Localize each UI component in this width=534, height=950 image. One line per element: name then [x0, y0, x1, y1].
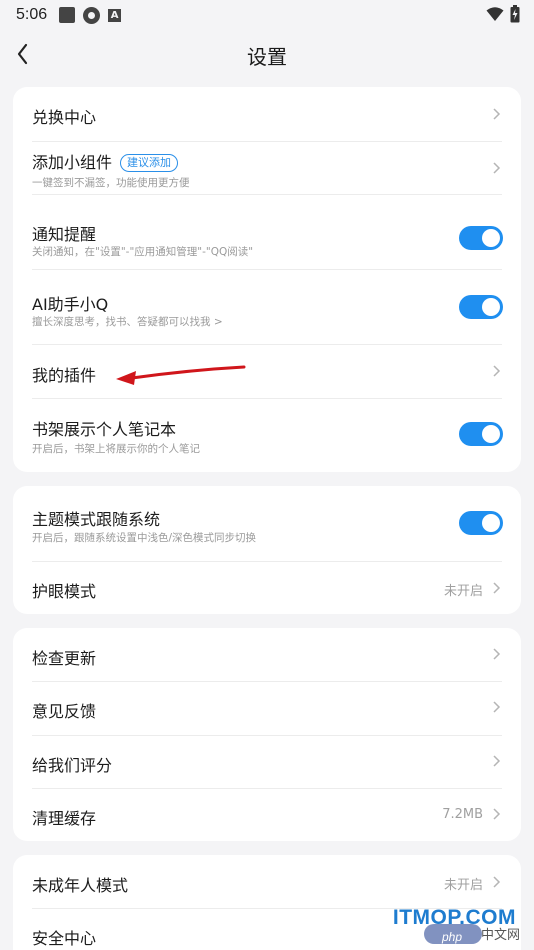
row-title: 检查更新 — [32, 649, 97, 668]
sync-icon — [83, 6, 101, 24]
row-title: 兑换中心 — [32, 108, 97, 127]
row-add-widget[interactable]: 添加小组件 建议添加 一键签到不漏签，功能使用更方便 — [13, 141, 521, 194]
row-subtitle[interactable]: 擅长深度思考，找书、答疑都可以找我 > — [32, 314, 223, 329]
wifi-icon — [486, 7, 504, 21]
row-subtitle: 关闭通知，在"设置"-"应用通知管理"-"QQ阅读" — [32, 246, 254, 258]
row-ai-assistant: AI助手小Q 擅长深度思考，找书、答疑都可以找我 > — [13, 269, 521, 344]
row-title: 清理缓存 — [32, 809, 97, 828]
chevron-right-icon — [493, 755, 501, 767]
toggle-knob — [482, 229, 500, 247]
watermark-php: php — [441, 930, 462, 944]
row-title: 安全中心 — [32, 929, 97, 948]
chevron-right-icon — [493, 108, 501, 120]
a-icon: A — [108, 8, 122, 22]
annotation-arrow-icon — [116, 365, 246, 385]
status-time: 5:06 — [16, 6, 48, 23]
row-title-text: 添加小组件 — [32, 153, 113, 172]
chevron-right-icon — [493, 808, 501, 820]
row-title: 书架展示个人笔记本 — [32, 420, 177, 439]
status-bar: 5:06 A — [0, 0, 534, 30]
bookshelf-notebook-toggle[interactable] — [459, 422, 503, 446]
battery-icon — [510, 5, 520, 23]
row-title: 未成年人模式 — [32, 876, 129, 895]
row-theme-follow-system: 主题模式跟随系统 开启后，跟随系统设置中浅色/深色模式同步切换 — [13, 486, 521, 561]
row-rate-us[interactable]: 给我们评分 — [13, 735, 521, 788]
settings-card-about: 检查更新 意见反馈 给我们评分 清理缓存 7.2MB — [13, 628, 521, 841]
row-title: 主题模式跟随系统 — [32, 510, 161, 529]
watermark-cn: 中文网 — [480, 928, 520, 943]
row-title: 通知提醒 — [32, 225, 97, 244]
suggest-badge: 建议添加 — [120, 154, 179, 172]
row-title: 给我们评分 — [32, 756, 113, 775]
row-minor-mode[interactable]: 未成年人模式 未开启 — [13, 855, 521, 908]
row-value: 未开启 — [443, 878, 483, 893]
toggle-knob — [482, 514, 500, 532]
row-title: 意见反馈 — [32, 702, 97, 721]
chevron-right-icon — [493, 162, 501, 174]
row-subtitle: 一键签到不漏签，功能使用更方便 — [32, 177, 190, 189]
row-subtitle: 开启后，书架上将展示你的个人笔记 — [32, 443, 200, 455]
row-title: 我的插件 — [32, 366, 97, 385]
row-title: AI助手小Q — [32, 295, 109, 314]
settings-card-display: 主题模式跟随系统 开启后，跟随系统设置中浅色/深色模式同步切换 护眼模式 未开启 — [13, 486, 521, 614]
toggle-knob — [482, 425, 500, 443]
row-notifications: 通知提醒 关闭通知，在"设置"-"应用通知管理"-"QQ阅读" — [13, 194, 521, 269]
watermark: ITMOP.COM php 中文网 — [356, 906, 526, 944]
chevron-right-icon — [493, 648, 501, 660]
ai-assistant-toggle[interactable] — [459, 295, 503, 319]
nav-bar: 设置 — [0, 30, 534, 78]
theme-follow-system-toggle[interactable] — [459, 511, 503, 535]
row-check-update[interactable]: 检查更新 — [13, 628, 521, 681]
row-value: 未开启 — [443, 584, 483, 599]
row-title: 添加小组件 建议添加 — [32, 149, 179, 173]
row-value: 7.2MB — [442, 807, 483, 822]
chevron-right-icon — [493, 365, 501, 377]
page-title: 设置 — [247, 45, 287, 69]
chevron-right-icon — [493, 582, 501, 594]
row-subtitle: 开启后，跟随系统设置中浅色/深色模式同步切换 — [32, 532, 257, 544]
row-redeem-center[interactable]: 兑换中心 — [13, 87, 521, 141]
settings-card-general: 兑换中心 添加小组件 建议添加 一键签到不漏签，功能使用更方便 通知提醒 关闭通知… — [13, 87, 521, 472]
row-clear-cache[interactable]: 清理缓存 7.2MB — [13, 788, 521, 841]
chevron-right-icon — [493, 876, 501, 888]
notifications-toggle[interactable] — [459, 226, 503, 250]
row-feedback[interactable]: 意见反馈 — [13, 681, 521, 735]
toggle-knob — [482, 298, 500, 316]
chevron-right-icon — [493, 701, 501, 713]
row-my-plugins[interactable]: 我的插件 — [13, 344, 521, 398]
row-title: 护眼模式 — [32, 582, 97, 601]
notification-square-icon — [59, 7, 76, 23]
row-bookshelf-notebook: 书架展示个人笔记本 开启后，书架上将展示你的个人笔记 — [13, 398, 521, 472]
row-eye-protection[interactable]: 护眼模式 未开启 — [13, 561, 521, 614]
